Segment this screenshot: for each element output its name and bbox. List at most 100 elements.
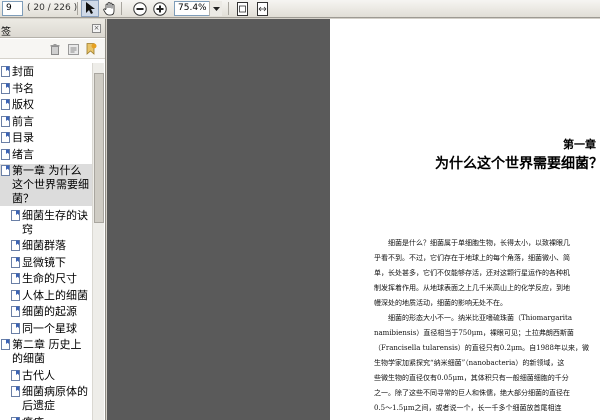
bookmark-label: 第二章 历史上的细菌 (12, 338, 82, 365)
bookmark-item[interactable]: 生命的尺寸 (0, 272, 92, 286)
bookmark-item[interactable]: 版权 (0, 98, 92, 112)
bookmarks-panel: 签 × 封面书名版权前言目录绪言第一章 为什么这个世界需要细菌？ 细菌生存的诀窍细… (0, 19, 106, 420)
bookmark-label: 细菌的起源 (22, 305, 77, 318)
text-line: 制发挥着作用。从地球表面之上几千米高山上的化学反应，到地 (374, 284, 570, 292)
zoom-out-icon (133, 1, 147, 16)
hand-tool-icon (102, 1, 114, 15)
bookmark-icon (11, 306, 20, 317)
text-line: 些微生物的直径仅有0.05μm，其体积只有一般细菌细胞的千分 (374, 374, 569, 382)
zoom-dropdown-button[interactable] (209, 1, 222, 16)
text-line: 0.5～1.5μm之间，或者说一个，长一千多个细菌放首尾相连 (374, 404, 562, 412)
toolbar-divider (77, 2, 78, 15)
bookmark-icon (1, 339, 10, 350)
bookmark-item[interactable]: 细菌群落 (0, 239, 92, 253)
bookmark-label: 人体上的细菌 (22, 288, 88, 302)
scrollbar-thumb[interactable] (94, 73, 104, 223)
bookmark-icon (11, 386, 20, 397)
bookmark-label: 细菌群落 (22, 239, 66, 252)
hand-tool-button[interactable] (100, 0, 118, 17)
text-line: 生物学家加紧探究“纳米细菌”（nanobacteria）的新领域，这 (374, 359, 565, 367)
bookmarks-panel-title: 签 (1, 27, 11, 38)
bookmark-item[interactable]: 细菌病原体的后遗症 (0, 385, 92, 413)
bookmark-item[interactable]: 目录 (0, 131, 92, 145)
bookmark-item[interactable]: 绪言 (0, 148, 92, 162)
bookmark-icon (1, 132, 10, 143)
bookmark-label: 细菌生存的诀窍 (22, 208, 88, 236)
bookmark-label: 古代人 (22, 368, 55, 382)
bookmark-label: 前言 (12, 114, 34, 128)
zoom-in-icon (153, 1, 167, 16)
bookmark-label: 同一个星球 (22, 321, 77, 335)
bookmark-icon (11, 289, 20, 301)
bookmark-label: 绪言 (12, 147, 34, 161)
text-line: （Francisella tularensis）的直径只有0.2μm。自1988… (374, 344, 589, 352)
bookmark-icon (11, 322, 20, 334)
bookmark-item[interactable]: 前言 (0, 115, 92, 129)
bookmark-icon (1, 66, 10, 77)
text-line: 单，长处甚多，它们不仅能够存活，还对这颗行星运作的各种机 (374, 269, 570, 277)
bookmark-item[interactable]: 显微镜下 (0, 256, 92, 270)
bookmark-tree: 封面书名版权前言目录绪言第一章 为什么这个世界需要细菌？ 细菌生存的诀窍细菌群落显… (0, 63, 92, 420)
chapter-number: 第一章 (563, 138, 596, 151)
bookmark-icon (11, 416, 20, 420)
bookmark-label: 瘟疫 (22, 416, 90, 420)
bookmark-item[interactable]: 古代人 (0, 369, 92, 383)
bookmark-label: 封面 (12, 65, 34, 78)
bookmark-icon (1, 148, 10, 160)
page-number-input[interactable]: 9 (2, 1, 23, 16)
bookmark-item[interactable]: 封面 (0, 65, 92, 79)
zoom-in-button[interactable] (151, 0, 169, 17)
bookmarks-panel-header: 签 × (0, 19, 105, 38)
bookmark-item[interactable]: 瘟疫 (0, 416, 92, 420)
bookmark-label: 目录 (12, 131, 34, 144)
bookmark-icon (11, 256, 20, 268)
bookmark-item[interactable]: 细菌生存的诀窍 (0, 209, 92, 237)
bookmark-label: 书名 (12, 81, 34, 95)
fit-page-icon (236, 1, 248, 16)
bookmark-label: 第一章 为什么这个世界需要细菌？ (12, 164, 89, 205)
bookmark-icon (1, 99, 10, 110)
bookmark-icon (11, 209, 20, 221)
bookmark-scrollbar[interactable] (92, 63, 104, 420)
bookmark-icon (1, 82, 10, 94)
options-icon (67, 43, 79, 55)
bookmark-icon (1, 165, 10, 176)
chevron-down-icon (212, 6, 220, 11)
bookmark-item[interactable]: 第二章 历史上的细菌 (0, 338, 92, 366)
text-line: 幔深处的地质活动，细菌的影响无处不在。 (374, 299, 507, 307)
select-tool-button[interactable] (81, 0, 99, 17)
new-bookmark-button[interactable] (84, 42, 98, 56)
bookmark-label: 显微镜下 (22, 255, 66, 269)
text-line: namibiensis）直径相当于750μm，裸眼可见；土拉弗朗西斯菌 (374, 329, 574, 337)
bookmark-label: 生命的尺寸 (22, 272, 77, 285)
bookmark-item[interactable]: 同一个星球 (0, 322, 92, 336)
bookmark-icon (11, 273, 20, 284)
close-panel-button[interactable]: × (92, 24, 101, 33)
bookmark-options-button[interactable] (66, 42, 80, 56)
bookmarks-toolbar (0, 39, 105, 59)
page-count: ( 20 / 226 ) (27, 3, 78, 13)
zoom-out-button[interactable] (131, 0, 149, 17)
delete-bookmark-button[interactable] (48, 42, 62, 56)
text-line: 细菌是什么？细菌属于单细胞生物，长得太小，以致裸眼几 (388, 239, 570, 247)
bookmark-icon (1, 115, 10, 127)
bookmark-icon (11, 369, 20, 381)
bookmark-label: 版权 (12, 98, 34, 111)
bookmark-item[interactable]: 细菌的起源 (0, 305, 92, 319)
text-line: 乎看不到。不过，它们存在于地球上的每个角落，细菌微小、简 (374, 254, 570, 262)
fit-width-icon (256, 1, 268, 16)
fit-width-button[interactable] (253, 0, 271, 17)
delete-icon (50, 43, 60, 55)
new-bookmark-icon (86, 43, 97, 55)
bookmark-item[interactable]: 人体上的细菌 (0, 289, 92, 303)
text-line: 细菌的形态大小不一。纳米比亚嗜硫珠菌（Thiomargarita (388, 314, 573, 322)
chapter-title: 为什么这个世界需要细菌？ (435, 156, 600, 172)
bookmark-item[interactable]: 第一章 为什么这个世界需要细菌？ (0, 164, 92, 206)
text-line: 之一。除了这些不同寻常的巨人和侏儒，绝大部分细菌的直径在 (374, 389, 570, 397)
document-page: 第一章 为什么这个世界需要细菌？ 细菌是什么？细菌属于单细胞生物，长得太小，以致… (330, 19, 600, 420)
bookmark-item[interactable]: 书名 (0, 82, 92, 96)
fit-page-button[interactable] (233, 0, 251, 17)
toolbar: 9 ( 20 / 226 ) 75.4% (0, 0, 600, 18)
toolbar-divider (121, 2, 122, 15)
toolbar-divider (228, 2, 229, 15)
